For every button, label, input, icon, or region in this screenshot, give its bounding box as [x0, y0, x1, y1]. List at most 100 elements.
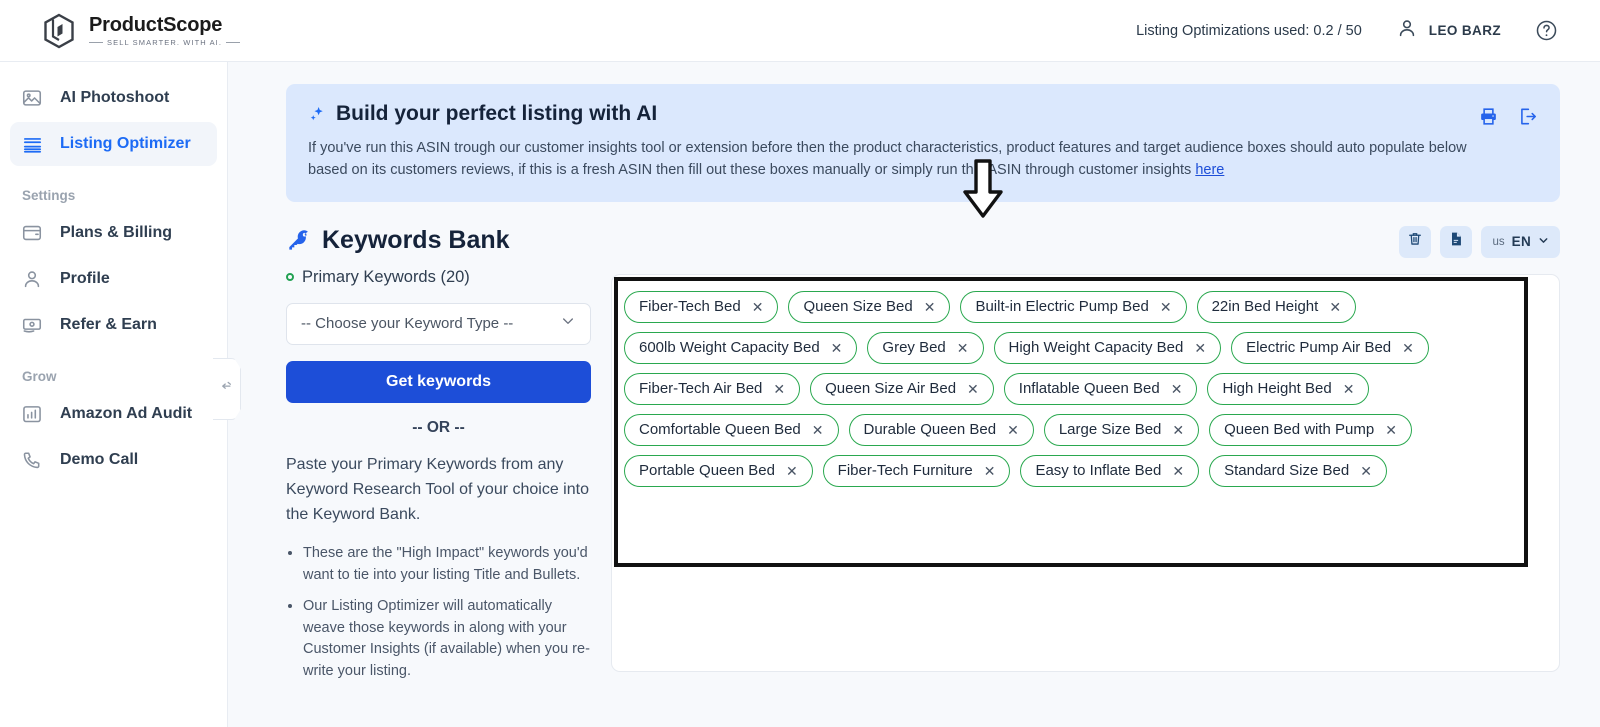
- paste-instructions: Paste your Primary Keywords from any Key…: [286, 455, 589, 523]
- ai-banner: Build your perfect listing with AI If yo…: [286, 84, 1560, 202]
- keyword-chip[interactable]: 600lb Weight Capacity Bed ✕: [624, 331, 858, 364]
- close-icon[interactable]: ✕: [984, 464, 996, 478]
- top-bar-right: Listing Optimizations used: 0.2 / 50 LEO…: [1136, 17, 1576, 44]
- sidebar-item-label: Demo Call: [60, 451, 139, 468]
- sidebar-item-label: Listing Optimizer: [60, 135, 191, 152]
- content-columns: Keywords Bank Primary Keywords (20) -- C…: [286, 159, 1560, 692]
- keyword-chip[interactable]: Electric Pump Air Bed ✕: [1231, 331, 1429, 364]
- close-icon[interactable]: ✕: [812, 423, 824, 437]
- keyword-chip-label: Easy to Inflate Bed: [1035, 462, 1162, 480]
- keyword-chip[interactable]: High Height Bed ✕: [1207, 372, 1370, 405]
- keyword-chip[interactable]: Fiber-Tech Bed ✕: [624, 290, 779, 323]
- language-country: us: [1492, 235, 1505, 248]
- bar-chart-icon: [20, 402, 44, 426]
- user-avatar-icon: [1396, 17, 1418, 44]
- keywords-bank-bullets: These are the "High Impact" keywords you…: [286, 543, 591, 683]
- keyword-chip[interactable]: Durable Queen Bed ✕: [848, 413, 1034, 446]
- keyword-chip[interactable]: Queen Bed with Pump ✕: [1209, 413, 1412, 446]
- banner-header: Build your perfect listing with AI: [308, 102, 1534, 126]
- customer-insights-link[interactable]: here: [1195, 162, 1224, 178]
- status-dot-icon: [286, 273, 294, 282]
- keyword-chip[interactable]: Inflatable Queen Bed ✕: [1003, 372, 1198, 405]
- question-circle-icon[interactable]: [1535, 19, 1558, 42]
- sidebar-collapse-toggle[interactable]: [213, 358, 241, 420]
- sidebar: AI Photoshoot Listing Optimizer Settings: [0, 62, 241, 727]
- sidebar-item-label: Refer & Earn: [60, 316, 157, 333]
- keyword-chip[interactable]: Comfortable Queen Bed ✕: [624, 413, 839, 446]
- main-content: Build your perfect listing with AI If yo…: [228, 62, 1600, 727]
- close-icon[interactable]: ✕: [773, 382, 785, 396]
- user-menu[interactable]: LEO BARZ: [1396, 17, 1501, 44]
- keyword-chip-label: 600lb Weight Capacity Bed: [639, 339, 820, 357]
- cube-logo-icon: [40, 12, 78, 50]
- keyword-chip[interactable]: Fiber-Tech Air Bed ✕: [624, 372, 801, 405]
- get-keywords-button[interactable]: Get keywords: [286, 360, 591, 403]
- close-icon[interactable]: ✕: [1194, 341, 1206, 355]
- keyword-chip[interactable]: Queen Size Air Bed ✕: [810, 372, 994, 405]
- language-selector[interactable]: us EN: [1481, 225, 1560, 258]
- close-icon[interactable]: ✕: [1160, 300, 1172, 314]
- close-icon[interactable]: ✕: [752, 300, 764, 314]
- trash-icon: [1407, 231, 1423, 252]
- keyword-chip[interactable]: Built-in Electric Pump Bed ✕: [960, 290, 1187, 323]
- keyword-chip[interactable]: Queen Size Bed ✕: [788, 290, 951, 323]
- printer-icon[interactable]: [1478, 106, 1499, 127]
- sidebar-item-amazon-ad-audit[interactable]: Amazon Ad Audit: [10, 392, 217, 436]
- sidebar-item-demo-call[interactable]: Demo Call: [10, 438, 217, 482]
- sidebar-item-label: Amazon Ad Audit: [60, 405, 193, 422]
- keyword-chip[interactable]: Easy to Inflate Bed ✕: [1020, 454, 1200, 487]
- sidebar-section-grow: Grow: [22, 369, 57, 384]
- keyword-chip[interactable]: Standard Size Bed ✕: [1209, 454, 1387, 487]
- page-title: Keywords Bank: [322, 225, 510, 254]
- collapse-arrows-icon: [219, 379, 234, 399]
- export-document-button[interactable]: [1440, 225, 1473, 258]
- keywords-bank-panel: Keywords Bank Primary Keywords (20) -- C…: [286, 226, 591, 692]
- sidebar-item-listing-optimizer[interactable]: Listing Optimizer: [10, 122, 217, 166]
- sidebar-item-profile[interactable]: Profile: [10, 257, 217, 301]
- keyword-chip[interactable]: Fiber-Tech Furniture ✕: [822, 454, 1011, 487]
- close-icon[interactable]: ✕: [1172, 423, 1184, 437]
- user-name: LEO BARZ: [1428, 23, 1501, 38]
- body-row: AI Photoshoot Listing Optimizer Settings: [0, 62, 1600, 727]
- close-icon[interactable]: ✕: [1385, 423, 1397, 437]
- app-root: ProductScope SELL SMARTER. WITH AI. List…: [0, 0, 1600, 727]
- close-icon[interactable]: ✕: [924, 300, 936, 314]
- sidebar-item-label: AI Photoshoot: [60, 89, 170, 106]
- close-icon[interactable]: ✕: [1329, 300, 1341, 314]
- keyword-type-select[interactable]: -- Choose your Keyword Type --: [286, 302, 591, 345]
- close-icon[interactable]: ✕: [1172, 464, 1184, 478]
- close-icon[interactable]: ✕: [1171, 382, 1183, 396]
- list-item: These are the "High Impact" keywords you…: [303, 543, 591, 587]
- export-arrow-icon[interactable]: [1517, 106, 1538, 127]
- delete-keywords-button[interactable]: [1399, 225, 1432, 258]
- close-icon[interactable]: ✕: [1007, 423, 1019, 437]
- close-icon[interactable]: ✕: [786, 464, 798, 478]
- keyword-chip-label: High Height Bed: [1222, 380, 1332, 398]
- close-icon[interactable]: ✕: [967, 382, 979, 396]
- tagline-rule-right: [226, 42, 241, 43]
- wallet-icon: [20, 221, 44, 245]
- brand-text: ProductScope SELL SMARTER. WITH AI.: [89, 15, 241, 47]
- sidebar-item-ai-photoshoot[interactable]: AI Photoshoot: [10, 76, 217, 120]
- down-arrow-annotation: [961, 158, 1005, 220]
- keyword-chip[interactable]: 22in Bed Height ✕: [1196, 290, 1357, 323]
- language-code: EN: [1511, 234, 1531, 250]
- keyword-chip-label: Portable Queen Bed: [639, 462, 775, 480]
- keyword-chip[interactable]: Grey Bed ✕: [867, 331, 984, 364]
- keyword-chip[interactable]: Portable Queen Bed ✕: [624, 454, 813, 487]
- close-icon[interactable]: ✕: [831, 341, 843, 355]
- sidebar-item-refer-earn[interactable]: Refer & Earn: [10, 303, 217, 347]
- brand-logo[interactable]: ProductScope SELL SMARTER. WITH AI.: [40, 12, 241, 50]
- close-icon[interactable]: ✕: [1343, 382, 1355, 396]
- close-icon[interactable]: ✕: [1360, 464, 1372, 478]
- close-icon[interactable]: ✕: [957, 341, 969, 355]
- keyword-chip[interactable]: Large Size Bed ✕: [1043, 413, 1200, 446]
- keyword-chip-label: 22in Bed Height: [1211, 298, 1319, 316]
- keyword-chip[interactable]: High Weight Capacity Bed ✕: [993, 331, 1222, 364]
- keyword-chip-label: Fiber-Tech Air Bed: [639, 380, 763, 398]
- keyword-bank-card[interactable]: Fiber-Tech Bed ✕ Queen Size Bed ✕ Built-in…: [611, 273, 1560, 672]
- tagline-rule-left: [89, 42, 103, 43]
- close-icon[interactable]: ✕: [1402, 341, 1414, 355]
- sidebar-item-label: Plans & Billing: [60, 224, 173, 241]
- sidebar-item-plans-billing[interactable]: Plans & Billing: [10, 211, 217, 255]
